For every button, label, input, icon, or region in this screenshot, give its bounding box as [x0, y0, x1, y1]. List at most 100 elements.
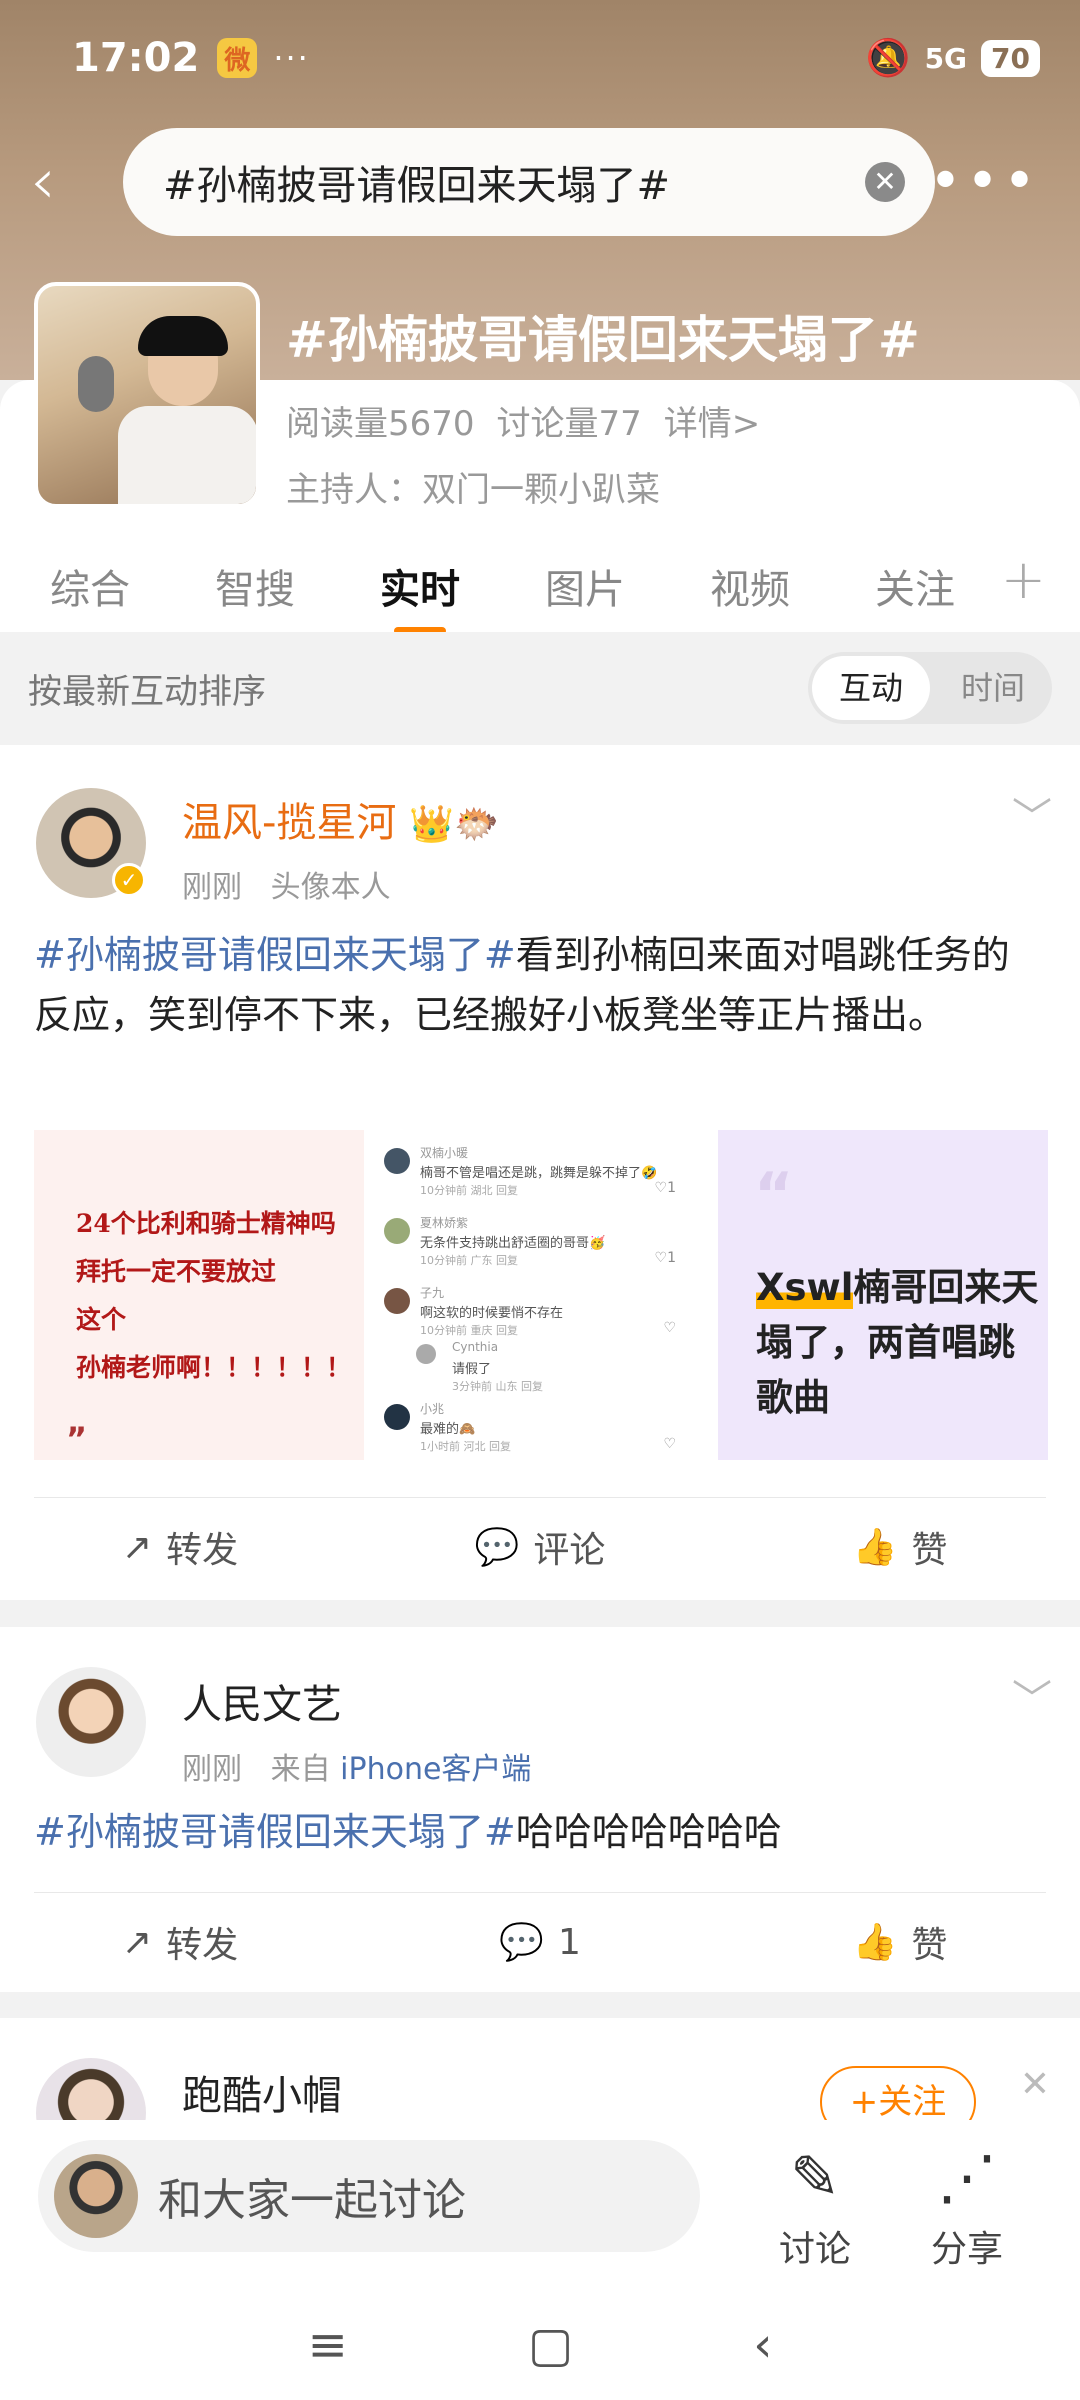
image3-highlight: Xswl [756, 1266, 854, 1309]
like-label: 赞 [911, 1530, 948, 1571]
topic-host[interactable]: 主持人：双门一颗小趴菜 [286, 462, 660, 511]
share-button[interactable]: ⋰ 分享 [912, 2140, 1022, 2272]
comment-likes: ♡ [663, 1436, 676, 1452]
sort-segmented-control: 互动 时间 [808, 652, 1052, 724]
comment-text: 无条件支持跳出舒适圈的哥哥🥳 [420, 1236, 606, 1251]
topic-title: #孙楠披哥请假回来天塌了# [286, 311, 920, 369]
post-image-3[interactable]: “ Xswl楠哥回来天塌了，两首唱跳歌曲 [718, 1130, 1048, 1460]
status-bar: 17:02 微 ··· 🔕 5G 70 [72, 28, 1040, 88]
battery-icon: 70 [981, 39, 1040, 77]
bottom-bar: 和大家一起讨论 ✎ 讨论 ⋰ 分享 ≡ ▢ ‹ [0, 2120, 1080, 2400]
comment-row: 小兆 最难的🙈 1小时前 河北 回复 ♡ [384, 1400, 676, 1460]
discuss-input[interactable]: 和大家一起讨论 [38, 2140, 700, 2252]
comment-button[interactable]: 💬 1 [360, 1892, 720, 1992]
comment-text: 楠哥不管是唱还是跳，跳舞是躲不掉了🤣 [420, 1166, 658, 1181]
sort-bar: 按最新互动排序 互动 时间 [0, 632, 1080, 744]
comment-text: 啊这软的时候要悄不存在 [420, 1306, 564, 1321]
tab-realtime[interactable]: 实时 [380, 557, 460, 615]
comment-name: 双楠小暖 [420, 1146, 469, 1160]
sort-option-interaction[interactable]: 互动 [812, 656, 930, 720]
tab-following[interactable]: 关注 [875, 557, 955, 615]
comment-meta: 1小时前 河北 回复 [420, 1440, 511, 1453]
close-icon[interactable]: ✕ [1020, 2064, 1050, 2105]
comment-meta: 10分钟前 湖北 回复 [420, 1184, 518, 1197]
comment-meta: 10分钟前 广东 回复 [420, 1254, 518, 1267]
post-username[interactable]: 跑酷小帽 [182, 2063, 342, 2121]
post-time: 刚刚 [182, 870, 242, 905]
back-icon[interactable]: ‹ [753, 2317, 772, 2373]
comment-icon: 💬 [474, 1527, 520, 1568]
like-button[interactable]: 👍 赞 [720, 1497, 1080, 1597]
avatar[interactable] [36, 2058, 146, 2128]
image1-quote-mark: ” [66, 1420, 88, 1458]
post-text: 哈哈哈哈哈哈哈 [515, 1810, 782, 1854]
back-arrow-icon[interactable]: ‹ [30, 150, 90, 214]
post-source[interactable]: iPhone客户端 [340, 1752, 531, 1787]
discuss-placeholder: 和大家一起讨论 [158, 2175, 466, 2226]
verified-badge-icon: ✓ [112, 863, 146, 897]
post-image-2[interactable]: 双楠小暖 楠哥不管是唱还是跳，跳舞是躲不掉了🤣 10分钟前 湖北 回复 ♡1 夏… [366, 1130, 696, 1460]
post-username[interactable]: 人民文艺 [182, 1672, 342, 1730]
comment-likes: ♡ [663, 1320, 676, 1336]
comment-meta: 10分钟前 重庆 回复 [420, 1324, 518, 1337]
follow-button[interactable]: +关注 [820, 2066, 976, 2128]
repost-button[interactable]: ↗ 转发 [0, 1497, 360, 1597]
post-content: #孙楠披哥请假回来天塌了#看到孙楠回来面对唱跳任务的反应，笑到停不下来，已经搬好… [34, 925, 1046, 1045]
image3-quote-mark: “ [754, 1160, 794, 1230]
sort-option-time[interactable]: 时间 [934, 656, 1052, 720]
avatar[interactable] [36, 1667, 146, 1777]
my-avatar [54, 2154, 138, 2238]
reply-name: Cynthia [452, 1340, 499, 1354]
comment-likes: ♡1 [654, 1250, 676, 1266]
repost-icon: ↗ [121, 1921, 153, 1963]
tab-images[interactable]: 图片 [545, 557, 625, 615]
post-card: 人民文艺 刚刚 来自 iPhone客户端 ﹀ #孙楠披哥请假回来天塌了#哈哈哈哈… [0, 1627, 1080, 1992]
discuss-button[interactable]: ✎ 讨论 [760, 2140, 870, 2272]
more-icon[interactable]: ••• [929, 152, 1040, 212]
comment-button[interactable]: 💬 评论 [360, 1497, 720, 1597]
post-hashtag[interactable]: #孙楠披哥请假回来天塌了# [34, 1810, 516, 1854]
post-image-1[interactable]: 24个比利和骑士精神吗 拜托一定不要放过 这个 孙楠老师啊！！！！！！ ” [34, 1130, 364, 1460]
comment-count: 1 [557, 1921, 581, 1963]
comment-name: 夏林娇紫 [420, 1216, 469, 1230]
add-tab-icon[interactable]: + [1001, 548, 1046, 611]
edit-icon: ✎ [789, 2143, 841, 2213]
status-time: 17:02 [72, 35, 200, 81]
post-username[interactable]: 温风-揽星河 👑🐡 [182, 790, 499, 848]
post-meta: 刚刚 来自 iPhone客户端 [182, 1744, 531, 1788]
search-input[interactable]: #孙楠披哥请假回来天塌了# ✕ [123, 128, 935, 236]
chevron-down-icon[interactable]: ﹀ [1012, 785, 1052, 843]
read-count: 阅读量5670 [286, 404, 475, 444]
comment-row: 夏林娇紫 无条件支持跳出舒适圈的哥哥🥳 10分钟前 广东 回复 ♡1 [384, 1214, 676, 1284]
chevron-down-icon[interactable]: ﹀ [1012, 1667, 1052, 1725]
post-hashtag[interactable]: #孙楠披哥请假回来天塌了# [34, 933, 516, 977]
like-button[interactable]: 👍 赞 [720, 1892, 1080, 1992]
comment-name: 小兆 [420, 1402, 445, 1416]
like-label: 赞 [911, 1925, 948, 1966]
more-notifications-icon: ··· [273, 39, 310, 77]
tab-smart-search[interactable]: 智搜 [215, 557, 295, 615]
post-source: 头像本人 [270, 870, 391, 905]
home-icon[interactable]: ▢ [528, 2317, 573, 2373]
system-nav-bar: ≡ ▢ ‹ [0, 2290, 1080, 2400]
details-link[interactable]: 详情> [664, 396, 761, 445]
post-time: 刚刚 [182, 1752, 242, 1787]
comment-name: 子九 [420, 1286, 445, 1300]
vip-crown-icon: 👑 [409, 804, 454, 845]
repost-label: 转发 [166, 1530, 239, 1571]
share-icon: ⋰ [937, 2143, 997, 2213]
repost-button[interactable]: ↗ 转发 [0, 1892, 360, 1992]
clear-icon[interactable]: ✕ [865, 162, 905, 202]
post-card: 跑酷小帽 +关注 ✕ [0, 2018, 1080, 2128]
recents-icon[interactable]: ≡ [308, 2317, 348, 2373]
mute-icon: 🔕 [865, 38, 911, 79]
search-query: #孙楠披哥请假回来天塌了# [163, 163, 671, 209]
share-label: 分享 [930, 2229, 1003, 2270]
comment-text: 最难的🙈 [420, 1422, 476, 1437]
comment-icon: 💬 [499, 1922, 544, 1963]
tab-comprehensive[interactable]: 综合 [50, 557, 130, 615]
tab-videos[interactable]: 视频 [710, 557, 790, 615]
post-card: ✓ 温风-揽星河 👑🐡 刚刚 头像本人 ﹀ #孙楠披哥请假回来天塌了#看到孙楠回… [0, 745, 1080, 1600]
tab-bar: 综合 智搜 实时 图片 视频 关注 [0, 540, 1080, 632]
thumbs-up-icon: 👍 [852, 1527, 898, 1568]
